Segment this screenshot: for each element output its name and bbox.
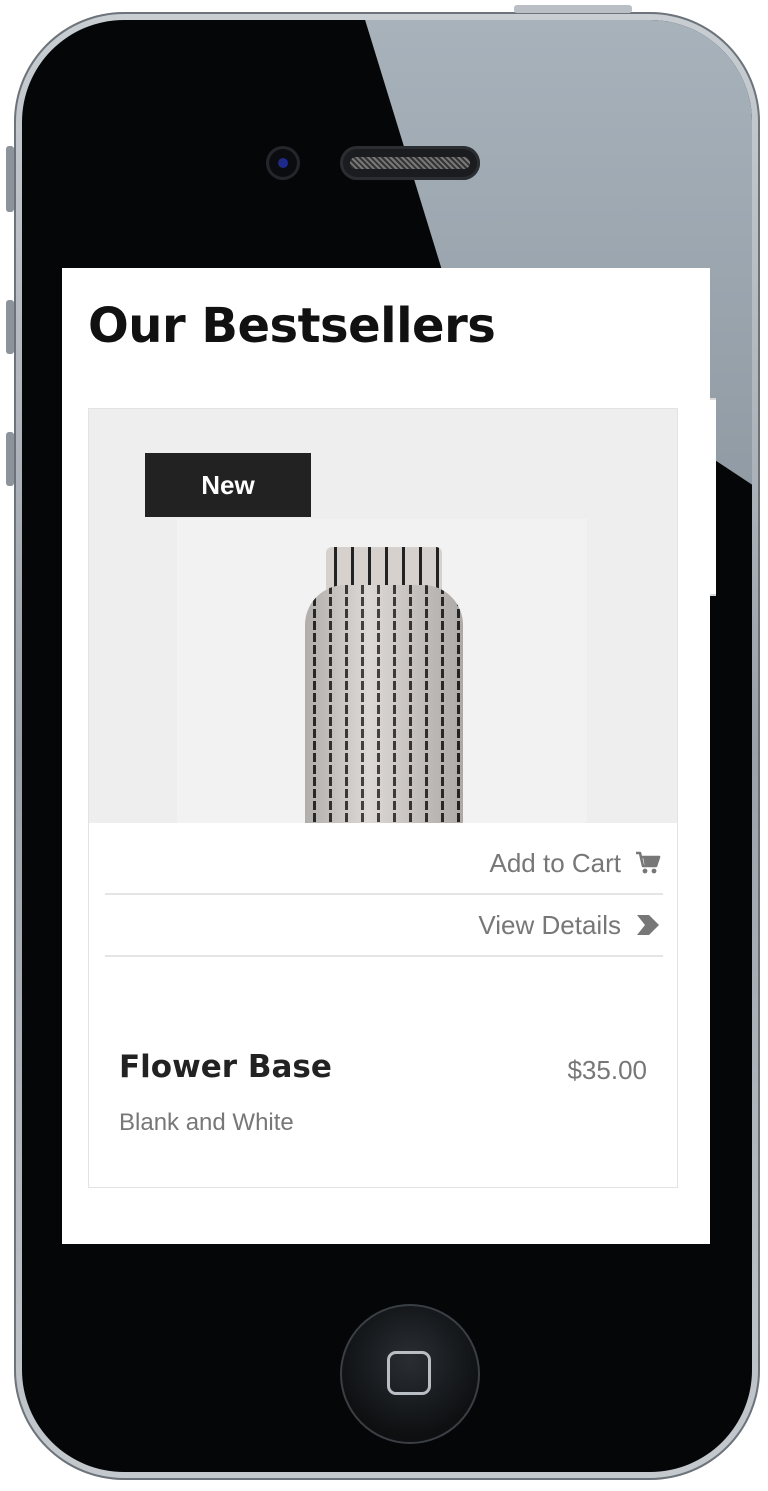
volume-down-button (6, 432, 14, 486)
app-screen: Our Bestsellers New Add to Cart View Det… (62, 268, 710, 1244)
power-button (514, 5, 632, 13)
new-badge: New (145, 453, 311, 517)
product-image[interactable]: New (89, 409, 677, 823)
home-button[interactable] (340, 1304, 480, 1444)
page-title: Our Bestsellers (88, 298, 496, 354)
vase-image (305, 585, 463, 823)
cart-icon (635, 851, 661, 875)
view-details-button[interactable]: View Details (105, 895, 663, 957)
mute-switch (6, 146, 14, 212)
product-variant: Blank and White (119, 1109, 294, 1136)
earpiece-speaker (340, 146, 480, 180)
add-to-cart-button[interactable]: Add to Cart (105, 833, 663, 895)
add-to-cart-label: Add to Cart (489, 847, 621, 878)
chevron-right-icon (635, 914, 661, 936)
vase-neck (326, 547, 442, 589)
product-card: New Add to Cart View Details Flower Base… (88, 408, 678, 1188)
product-price: $35.00 (567, 1055, 647, 1085)
view-details-label: View Details (478, 909, 621, 940)
product-name[interactable]: Flower Base (119, 1049, 332, 1085)
volume-up-button (6, 300, 14, 354)
home-square-icon (387, 1351, 431, 1395)
front-camera (266, 146, 300, 180)
